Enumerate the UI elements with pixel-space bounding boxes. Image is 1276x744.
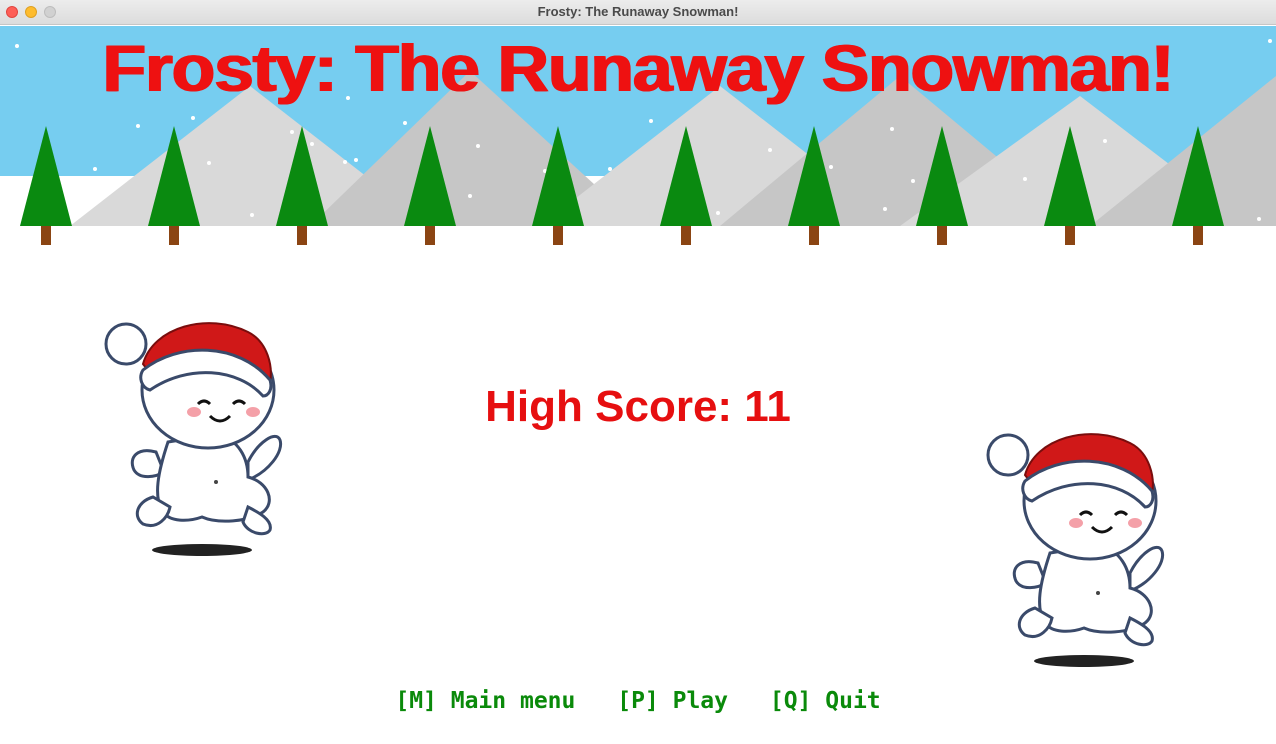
window-title: Frosty: The Runaway Snowman!	[537, 4, 739, 19]
game-title: Frosty: The Runaway Snowman!	[102, 31, 1175, 105]
snowman-with-santa-hat-icon	[104, 322, 283, 556]
quit-option[interactable]: [Q] Quit	[770, 688, 881, 714]
play-option[interactable]: [P] Play	[617, 688, 728, 714]
main-menu-option[interactable]: [M] Main menu	[395, 688, 575, 714]
high-score-label: High Score: 11	[485, 382, 791, 431]
game-window: Frosty: The Runaway Snowman! Frosty: The…	[0, 0, 1276, 744]
snowman-with-santa-hat-icon	[986, 433, 1165, 667]
window-titlebar: Frosty: The Runaway Snowman!	[0, 0, 1276, 25]
game-menu: [M] Main menu [P] Play [Q] Quit	[0, 688, 1276, 714]
